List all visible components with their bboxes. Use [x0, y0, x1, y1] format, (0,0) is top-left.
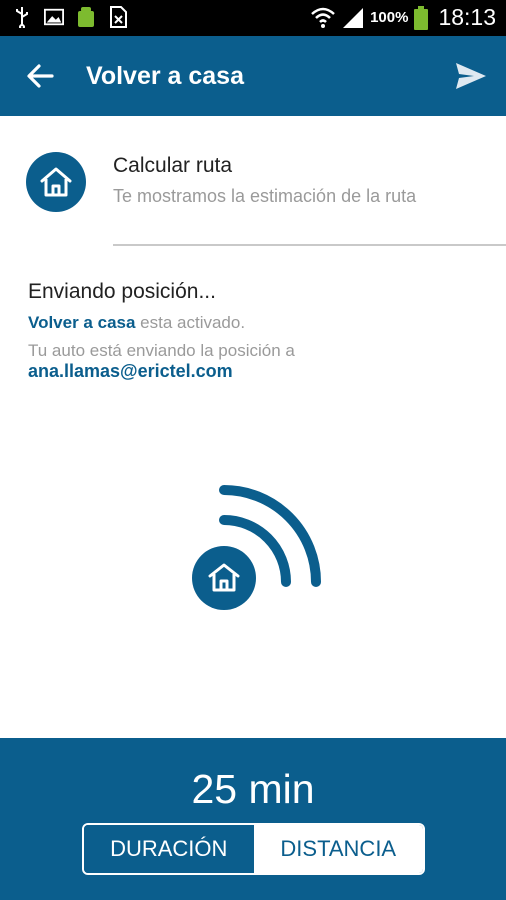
recipient-email[interactable]: ana.llamas@erictel.com [28, 361, 488, 382]
battery-icon [414, 5, 429, 30]
feature-state: esta activado. [135, 313, 246, 332]
home-circle [192, 546, 256, 610]
duration-tab[interactable]: DURACIÓN [84, 825, 254, 873]
sim-icon [110, 6, 127, 28]
position-description: Tu auto está enviando la posición a [28, 341, 295, 360]
back-arrow-icon[interactable] [24, 60, 56, 92]
feature-active-line: Volver a casa esta activado. [28, 313, 488, 333]
wifi-icon [311, 7, 335, 28]
distance-tab[interactable]: DISTANCIA [253, 825, 423, 873]
status-left-icons [12, 6, 128, 28]
sending-label: Enviando posición... [28, 280, 216, 303]
clock: 18:13 [438, 4, 496, 30]
sending-status-block: Enviando posición... Volver a casa esta … [28, 280, 488, 382]
signal-icon [343, 7, 364, 28]
feature-name: Volver a casa [28, 313, 136, 332]
usb-icon [16, 7, 28, 28]
home-icon [40, 167, 72, 197]
image-icon [44, 8, 64, 26]
broadcast-home-graphic [192, 485, 321, 610]
app-bar: Volver a casa [0, 36, 506, 116]
estimated-time: 25 min [191, 766, 315, 812]
route-home-avatar [26, 152, 86, 212]
status-bar: 100% 18:13 [0, 0, 506, 36]
duration-distance-toggle: DURACIÓN DISTANCIA [82, 823, 425, 875]
divider [113, 244, 506, 246]
send-icon[interactable] [454, 60, 488, 92]
android-icon [78, 7, 94, 27]
status-right: 100% 18:13 [310, 4, 496, 31]
calculate-route-item[interactable]: Calcular ruta Te mostramos la estimación… [0, 116, 506, 246]
bottom-panel: 25 min DURACIÓN DISTANCIA [0, 738, 506, 900]
route-title: Calcular ruta [113, 154, 233, 177]
page-title: Volver a casa [86, 62, 244, 90]
battery-percentage: 100% [370, 9, 409, 26]
route-subtitle: Te mostramos la estimación de la ruta [113, 186, 417, 206]
